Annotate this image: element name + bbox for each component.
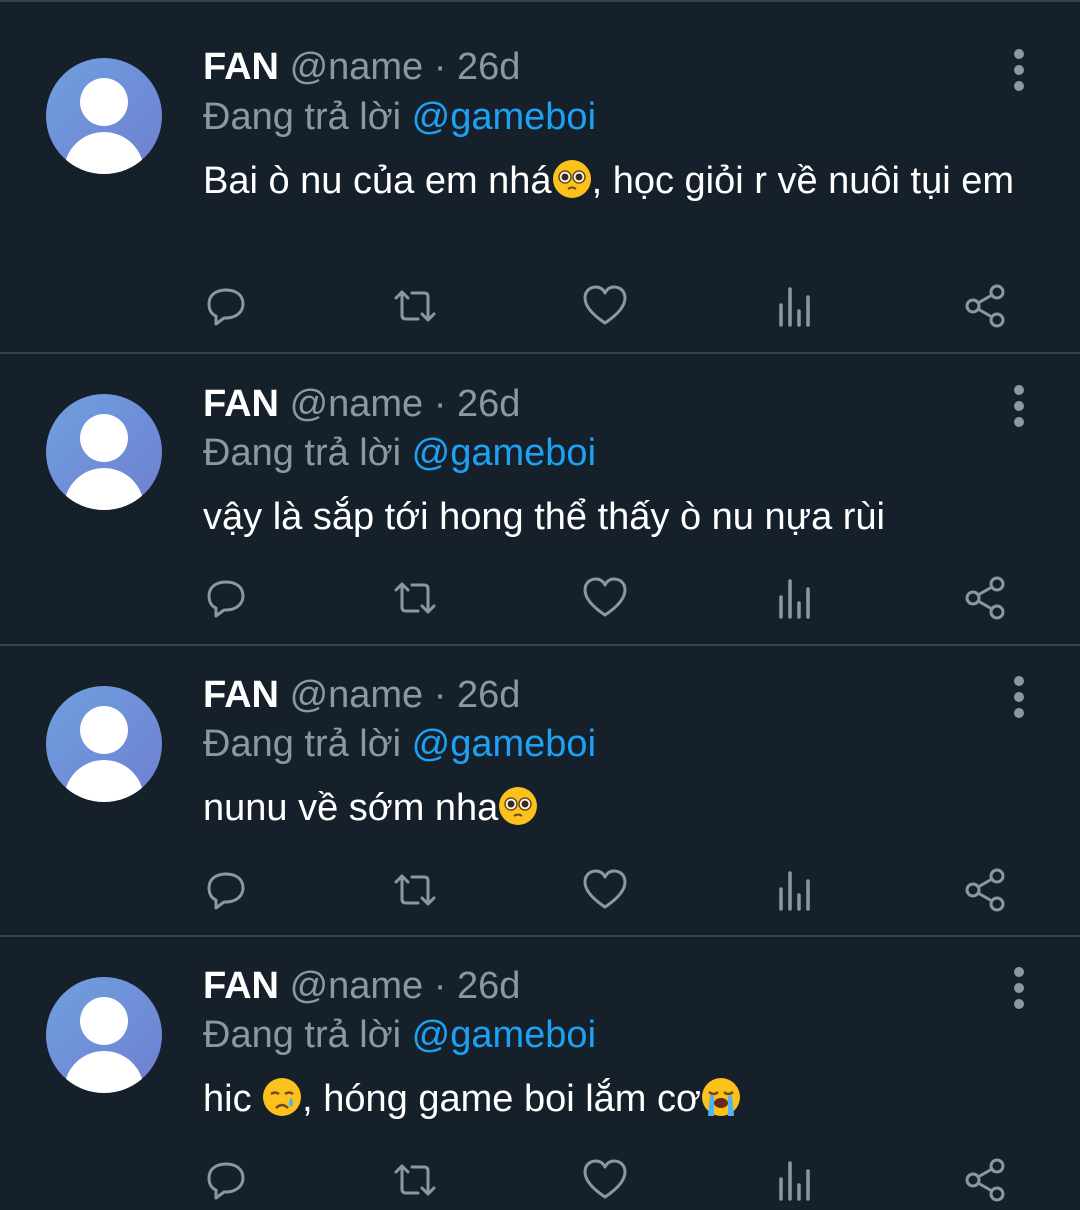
avatar[interactable] xyxy=(46,686,162,802)
replying-to: Đang trả lời @gameboi xyxy=(203,1012,596,1058)
tweet-actions xyxy=(0,865,1080,915)
display-name[interactable]: FAN xyxy=(203,46,279,88)
tweet-text-part: nunu về sớm nha xyxy=(203,787,499,829)
separator-dot: · xyxy=(433,383,447,425)
avatar[interactable] xyxy=(46,58,162,174)
tweet-actions xyxy=(0,573,1080,623)
more-options-icon[interactable] xyxy=(1005,675,1033,719)
replying-to-label: Đang trả lời xyxy=(203,432,402,474)
replying-to-label: Đang trả lời xyxy=(203,96,402,138)
share-icon[interactable] xyxy=(961,865,1011,915)
tweet-text-part: vậy là sắp tới hong thể thấy ò nu nựa rù… xyxy=(203,496,885,538)
separator-dot: · xyxy=(433,965,447,1007)
share-icon[interactable] xyxy=(961,1155,1011,1205)
timestamp[interactable]: 26d xyxy=(457,965,520,1007)
replying-to-label: Đang trả lời xyxy=(203,723,402,765)
like-icon[interactable] xyxy=(580,865,630,915)
tweet-header: FAN @name · 26d xyxy=(203,381,520,427)
crying-face-emoji xyxy=(263,1078,302,1116)
timestamp[interactable]: 26d xyxy=(457,383,520,425)
display-name[interactable]: FAN xyxy=(203,383,279,425)
avatar[interactable] xyxy=(46,394,162,510)
tweet-text: nunu về sớm nha xyxy=(203,785,1023,831)
mention-link[interactable]: @gameboi xyxy=(412,723,596,765)
like-icon[interactable] xyxy=(580,573,630,623)
like-icon[interactable] xyxy=(580,281,630,331)
more-options-icon[interactable] xyxy=(1005,384,1033,428)
reply-icon[interactable] xyxy=(201,573,251,623)
tweet-header: FAN @name · 26d xyxy=(203,963,520,1009)
mention-link[interactable]: @gameboi xyxy=(412,1014,596,1056)
mention-link[interactable]: @gameboi xyxy=(412,432,596,474)
reply-icon[interactable] xyxy=(201,865,251,915)
tweet[interactable]: FAN @name · 26d Đang trả lời @gameboi vậ… xyxy=(0,354,1080,646)
tweet-text: vậy là sắp tới hong thể thấy ò nu nựa rù… xyxy=(203,494,1023,540)
tweet[interactable]: FAN @name · 26d Đang trả lời @gameboi Ba… xyxy=(0,2,1080,354)
user-handle[interactable]: @name xyxy=(290,383,424,425)
display-name[interactable]: FAN xyxy=(203,965,279,1007)
pleading-face-emoji xyxy=(552,160,591,198)
separator-dot: · xyxy=(433,46,447,88)
tweet-actions xyxy=(0,1155,1080,1205)
user-handle[interactable]: @name xyxy=(290,674,424,716)
loudly-crying-face-emoji xyxy=(701,1078,740,1116)
mention-link[interactable]: @gameboi xyxy=(412,96,596,138)
like-icon[interactable] xyxy=(580,1155,630,1205)
user-handle[interactable]: @name xyxy=(290,965,424,1007)
tweet-header: FAN @name · 26d xyxy=(203,44,520,90)
replying-to: Đang trả lời @gameboi xyxy=(203,430,596,476)
replying-to: Đang trả lời @gameboi xyxy=(203,721,596,767)
separator-dot: · xyxy=(433,674,447,716)
replying-to-label: Đang trả lời xyxy=(203,1014,402,1056)
tweet-header: FAN @name · 26d xyxy=(203,672,520,718)
tweet-text-part: , hóng game boi lắm cơ xyxy=(302,1078,701,1120)
timestamp[interactable]: 26d xyxy=(457,674,520,716)
more-options-icon[interactable] xyxy=(1005,966,1033,1010)
retweet-icon[interactable] xyxy=(390,865,440,915)
analytics-icon[interactable] xyxy=(770,1155,820,1205)
analytics-icon[interactable] xyxy=(770,573,820,623)
timestamp[interactable]: 26d xyxy=(457,46,520,88)
display-name[interactable]: FAN xyxy=(203,674,279,716)
tweet-text: Bai ò nu của em nhá , học giỏi r về nuôi … xyxy=(203,158,1023,204)
tweet[interactable]: FAN @name · 26d Đang trả lời @gameboi nu… xyxy=(0,646,1080,937)
analytics-icon[interactable] xyxy=(770,865,820,915)
retweet-icon[interactable] xyxy=(390,1155,440,1205)
retweet-icon[interactable] xyxy=(390,281,440,331)
reply-icon[interactable] xyxy=(201,1155,251,1205)
more-options-icon[interactable] xyxy=(1005,48,1033,92)
user-handle[interactable]: @name xyxy=(290,46,424,88)
share-icon[interactable] xyxy=(961,281,1011,331)
analytics-icon[interactable] xyxy=(770,281,820,331)
tweet-actions xyxy=(0,281,1080,331)
tweet-text-part: hic xyxy=(203,1078,263,1120)
replying-to: Đang trả lời @gameboi xyxy=(203,94,596,140)
avatar[interactable] xyxy=(46,977,162,1093)
tweet-text: hic , hóng game boi lắm cơ xyxy=(203,1076,1023,1122)
tweet[interactable]: FAN @name · 26d Đang trả lời @gameboi hi… xyxy=(0,937,1080,1209)
pleading-face-emoji xyxy=(499,787,538,825)
share-icon[interactable] xyxy=(961,573,1011,623)
tweet-text-part: , học giỏi r về nuôi tụi em xyxy=(591,160,1015,202)
retweet-icon[interactable] xyxy=(390,573,440,623)
tweet-text-part: Bai ò nu của em nhá xyxy=(203,160,552,202)
reply-icon[interactable] xyxy=(201,281,251,331)
